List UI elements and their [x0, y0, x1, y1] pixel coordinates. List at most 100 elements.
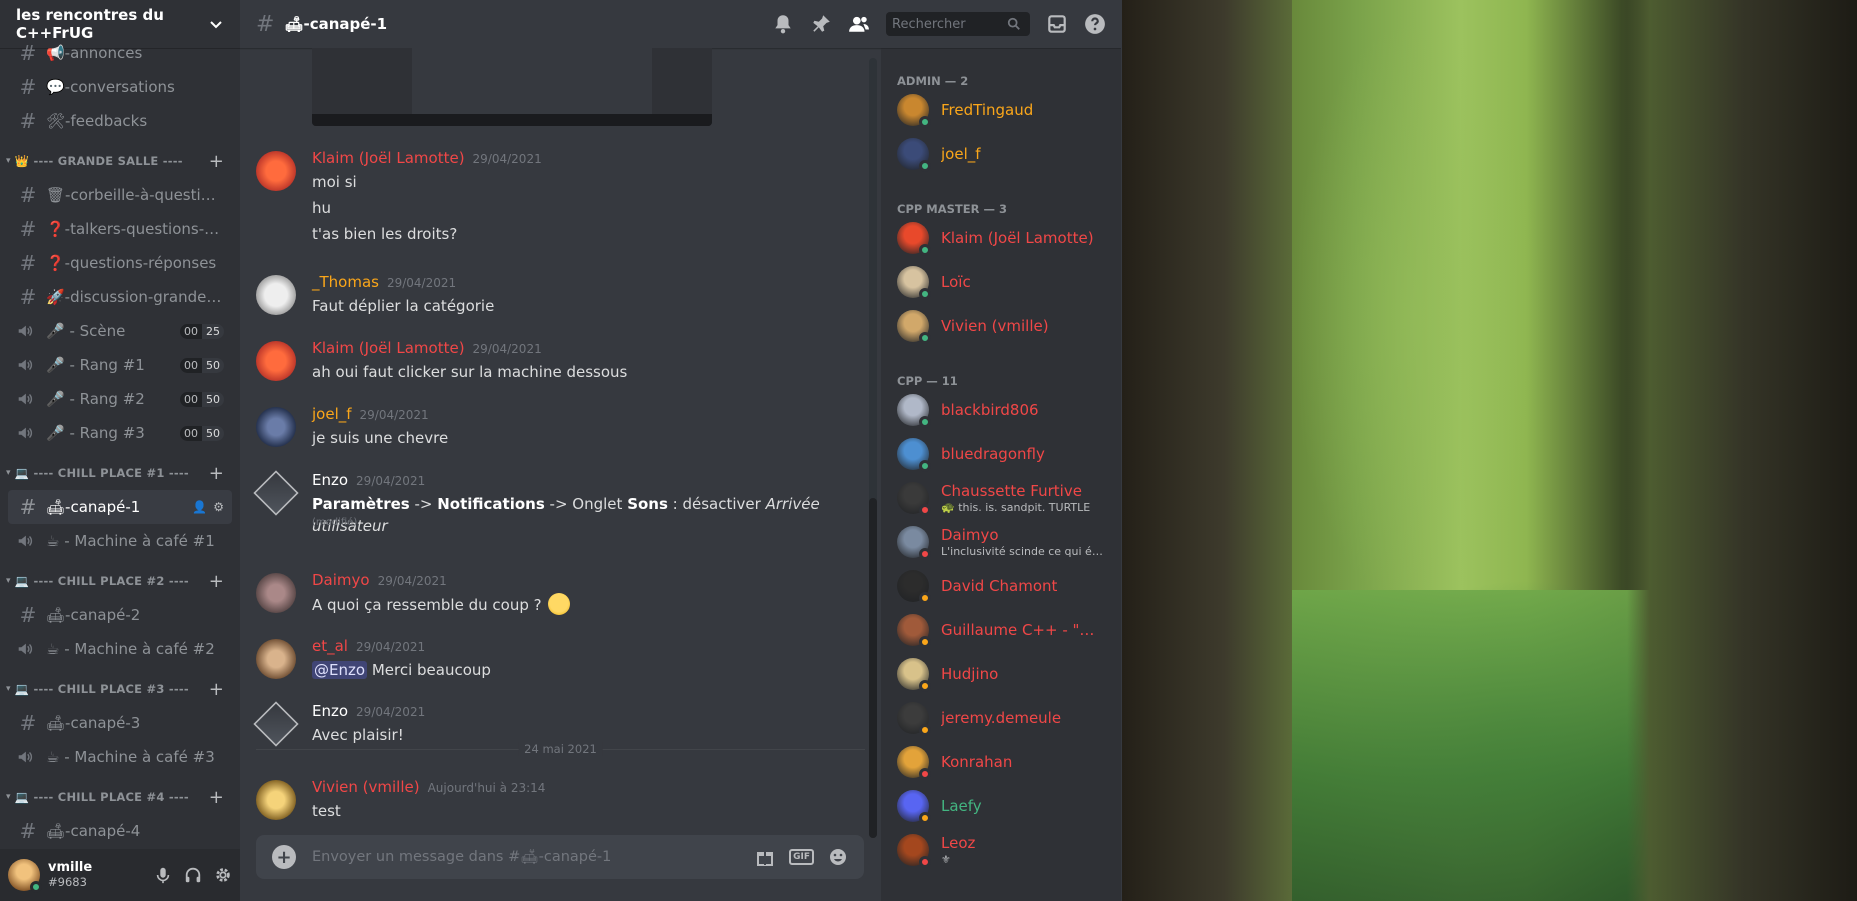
message[interactable]: Klaim (Joël Lamotte) 29/04/2021 ah oui fau… [256, 339, 856, 387]
message[interactable]: Vivien (vmille) Aujourd'hui à 23:14 test [256, 778, 856, 826]
inbox-icon[interactable] [1046, 13, 1068, 35]
text-channel[interactable]: # 🛋-canapé-4 [8, 814, 232, 848]
category-header[interactable]: ▾ 💻 ---- CHILL PLACE #4 ---- + [0, 780, 240, 814]
text-channel[interactable]: # ❓-questions-réponses [8, 246, 232, 280]
text-channel[interactable]: # 🛋-canapé-2 [8, 598, 232, 632]
avatar[interactable] [256, 780, 296, 820]
scrollbar-thumb[interactable] [869, 498, 877, 838]
message[interactable]: Klaim (Joël Lamotte) 29/04/2021 moi si hu t'… [256, 149, 856, 249]
message[interactable]: et_al 29/04/2021 @Enzo Merci beaucoup [256, 637, 856, 685]
message-author[interactable]: Enzo [312, 471, 348, 489]
help-icon[interactable] [1084, 13, 1106, 35]
member-item[interactable]: blackbird806 [881, 388, 1121, 432]
message[interactable]: Enzo 29/04/2021 Paramètres -> Notification… [253, 470, 856, 535]
text-channel[interactable]: # 🛠-feedbacks [8, 104, 232, 138]
category-header[interactable]: ▾ 💻 ---- CHILL PLACE #3 ---- + [0, 672, 240, 706]
avatar[interactable] [256, 341, 296, 381]
member-item[interactable]: Loïc [881, 260, 1121, 304]
member-item[interactable]: David Chamont [881, 564, 1121, 608]
create-channel-icon[interactable]: + [209, 787, 224, 808]
hash-icon: # [19, 603, 37, 627]
text-channel[interactable]: # ❓-talkers-questions-réponses [8, 212, 232, 246]
member-item[interactable]: Leoz ⚜ [881, 828, 1121, 872]
gift-icon[interactable] [755, 847, 775, 867]
avatar[interactable] [256, 151, 296, 191]
member-item[interactable]: Guillaume C++ - "Guss" [881, 608, 1121, 652]
message-input[interactable] [312, 849, 756, 865]
member-item[interactable]: Hudjino [881, 652, 1121, 696]
message-author[interactable]: Daimyo [312, 571, 370, 589]
avatar[interactable] [253, 701, 299, 747]
voice-channel[interactable]: 🎤 - Rang #1 00 50 [8, 348, 232, 382]
message-scrollbar[interactable] [869, 58, 877, 838]
text-channel[interactable]: # 🗑-corbeille-à-questions [8, 178, 232, 212]
text-channel[interactable]: # 🛋-canapé-1 👤 ⚙ [8, 490, 232, 524]
member-item[interactable]: joel_f [881, 132, 1121, 176]
message-list[interactable]: Klaim (Joël Lamotte) 29/04/2021 moi si hu t'… [240, 48, 881, 901]
avatar[interactable] [256, 275, 296, 315]
invite-icon[interactable]: 👤 [192, 500, 207, 514]
microphone-icon[interactable] [154, 866, 172, 884]
message-author[interactable]: Enzo [312, 702, 348, 720]
user-info[interactable]: vmille #9683 [48, 860, 154, 889]
user-mention[interactable]: @Enzo [312, 661, 368, 679]
channel-name: 🚀-discussion-grande-salle [46, 288, 224, 306]
category-header[interactable]: ▾ 💻 ---- CHILL PLACE #2 ---- + [0, 564, 240, 598]
member-item[interactable]: Vivien (vmille) [881, 304, 1121, 348]
emoji-icon[interactable] [828, 847, 848, 867]
voice-channel[interactable]: ☕ - Machine à café #1 [8, 524, 232, 558]
create-channel-icon[interactable]: + [209, 463, 224, 484]
avatar[interactable] [8, 859, 42, 893]
category-header[interactable]: ▾ 💻 ---- CHILL PLACE #1 ---- + [0, 456, 240, 490]
text-channel[interactable]: # 💬-conversations [8, 70, 232, 104]
category-header[interactable]: ▾ 👑 ---- GRANDE SALLE ---- + [0, 144, 240, 178]
message-author[interactable]: _Thomas [312, 273, 379, 291]
text-channel[interactable]: # 🛋-canapé-3 [8, 706, 232, 740]
create-channel-icon[interactable]: + [209, 571, 224, 592]
member-item[interactable]: Chaussette Furtive 🐢 this. is. sandpit. T… [881, 476, 1121, 520]
search-input[interactable] [892, 16, 1007, 32]
gear-icon[interactable]: ⚙ [213, 500, 224, 514]
voice-channel[interactable]: 🎤 - Scène 00 25 [8, 314, 232, 348]
text-channel[interactable]: # 📢-annonces [8, 36, 232, 70]
members-icon[interactable] [848, 13, 870, 35]
channel-list[interactable]: # 📢-annonces # 💬-conversations # 🛠-feedbacks ▾… [0, 32, 240, 849]
chevron-down-icon[interactable] [208, 16, 224, 32]
gif-icon[interactable]: GIF [789, 849, 814, 865]
avatar[interactable] [256, 407, 296, 447]
create-channel-icon[interactable]: + [209, 679, 224, 700]
member-item[interactable]: Konrahan [881, 740, 1121, 784]
member-item[interactable]: Klaim (Joël Lamotte) [881, 216, 1121, 260]
bell-icon[interactable] [772, 13, 794, 35]
member-item[interactable]: jeremy.demeule [881, 696, 1121, 740]
member-list[interactable]: ADMIN — 2 FredTingaud joel_f CPP MASTER — 3… [881, 0, 1121, 901]
gear-icon[interactable] [214, 866, 232, 884]
message-author[interactable]: et_al [312, 637, 348, 655]
message[interactable]: joel_f 29/04/2021 je suis une chevre [256, 405, 856, 453]
pin-icon[interactable] [810, 13, 832, 35]
edited-label: (modifié) [312, 517, 358, 528]
voice-channel[interactable]: 🎤 - Rang #2 00 50 [8, 382, 232, 416]
member-item[interactable]: Laefy [881, 784, 1121, 828]
headphones-icon[interactable] [184, 866, 202, 884]
search-box[interactable] [886, 12, 1030, 36]
message-author[interactable]: Klaim (Joël Lamotte) [312, 339, 465, 357]
voice-channel[interactable]: ☕ - Machine à café #2 [8, 632, 232, 666]
avatar[interactable] [253, 470, 299, 516]
message-author[interactable]: Klaim (Joël Lamotte) [312, 149, 465, 167]
message-author[interactable]: joel_f [312, 405, 352, 423]
image-attachment[interactable] [312, 48, 712, 126]
message[interactable]: _Thomas 29/04/2021 Faut déplier la catégor… [256, 273, 856, 321]
create-channel-icon[interactable]: + [209, 151, 224, 172]
avatar[interactable] [256, 573, 296, 613]
voice-channel[interactable]: ☕ - Machine à café #3 [8, 740, 232, 774]
message[interactable]: Daimyo 29/04/2021 A quoi ça ressemble du c… [256, 571, 856, 619]
add-attachment-button[interactable]: + [272, 845, 296, 869]
member-item[interactable]: Daimyo L'inclusivité scinde ce qui était … [881, 520, 1121, 564]
message-author[interactable]: Vivien (vmille) [312, 778, 420, 796]
avatar[interactable] [256, 639, 296, 679]
member-item[interactable]: FredTingaud [881, 88, 1121, 132]
text-channel[interactable]: # 🚀-discussion-grande-salle [8, 280, 232, 314]
member-item[interactable]: bluedragonfly [881, 432, 1121, 476]
voice-channel[interactable]: 🎤 - Rang #3 00 50 [8, 416, 232, 450]
